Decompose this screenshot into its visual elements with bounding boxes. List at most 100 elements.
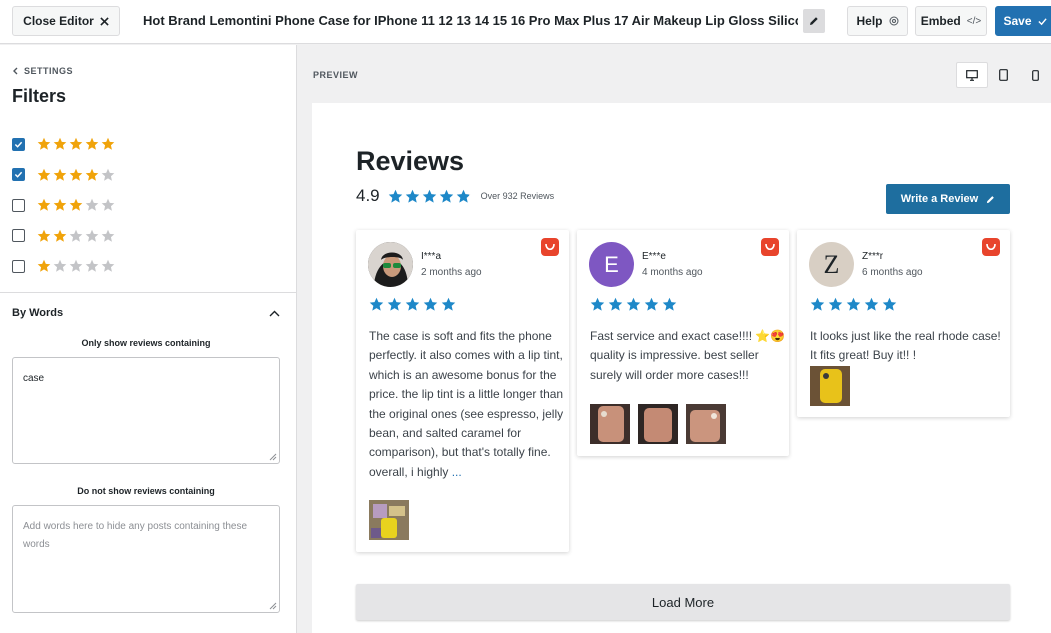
review-photo[interactable] [590, 404, 630, 444]
star-filter-stars [37, 198, 115, 212]
exclude-words-input[interactable]: Add words here to hide any posts contain… [12, 505, 280, 613]
empty-star-icon [101, 229, 115, 242]
filled-star-icon [864, 297, 879, 311]
resize-handle-icon[interactable] [269, 453, 277, 461]
aliexpress-icon [541, 238, 559, 256]
empty-star-icon [101, 198, 115, 211]
review-text: Fast service and exact case!!!! ⭐😍 quali… [590, 329, 786, 382]
check-icon [1037, 17, 1047, 25]
review-photos [810, 366, 850, 406]
review-text: The case is soft and fits the phone perf… [369, 327, 565, 482]
review-photo[interactable] [369, 500, 409, 540]
star-filter-checkbox[interactable] [12, 198, 25, 212]
help-label: Help [856, 14, 883, 28]
star-filter-1[interactable] [12, 259, 115, 273]
help-icon [889, 16, 898, 26]
exclude-words-placeholder: Add words here to hide any posts contain… [23, 521, 248, 550]
filled-star-icon [69, 198, 83, 211]
save-label: Save [1003, 14, 1032, 28]
filled-star-icon [422, 189, 436, 203]
review-date: 2 months ago [421, 267, 482, 278]
filled-star-icon [405, 297, 420, 311]
by-words-section-toggle[interactable]: By Words [12, 307, 280, 319]
include-words-value: case [23, 373, 45, 384]
filled-star-icon [53, 168, 67, 181]
review-author: I***a [421, 251, 442, 262]
average-rating-stars [388, 189, 471, 204]
empty-star-icon [101, 168, 115, 181]
preview-label: PREVIEW [313, 70, 359, 80]
aliexpress-icon [982, 238, 1000, 256]
filled-star-icon [37, 137, 51, 150]
review-photos [590, 404, 726, 444]
review-date: 4 months ago [642, 267, 703, 278]
embed-label: Embed [920, 14, 961, 28]
star-filter-checkbox[interactable] [12, 137, 25, 151]
star-filter-5[interactable] [12, 137, 115, 151]
partial-star-icon [456, 189, 470, 203]
avatar-initial: Z [823, 249, 840, 279]
mobile-icon [1031, 69, 1039, 81]
embed-button[interactable]: Embed </> [915, 6, 987, 36]
star-filter-stars [37, 168, 115, 182]
desktop-icon [965, 69, 978, 81]
close-editor-label: Close Editor [23, 14, 94, 28]
empty-star-icon [85, 198, 99, 211]
review-count: Over 932 Reviews [480, 191, 555, 201]
review-photo[interactable] [686, 404, 726, 444]
average-rating: 4.9 Over 932 Reviews [356, 186, 554, 206]
filled-star-icon [85, 168, 99, 181]
load-more-label: Load More [651, 594, 715, 610]
star-filter-stars [37, 137, 115, 151]
sidebar-title: Filters [12, 86, 67, 106]
device-switcher [956, 62, 1051, 88]
desktop-view-button[interactable] [956, 62, 988, 88]
filled-star-icon [53, 137, 67, 150]
filled-star-icon [590, 297, 605, 311]
read-more-link[interactable]: ... [452, 465, 462, 479]
back-label: SETTINGS [24, 66, 74, 76]
review-card[interactable]: Z Z***r 6 months ago It looks just like … [797, 230, 1010, 417]
review-author: Z***r [862, 251, 884, 262]
star-filter-3[interactable] [12, 198, 115, 212]
save-button[interactable]: Save [995, 6, 1051, 36]
mobile-view-button[interactable] [1019, 62, 1051, 88]
pencil-icon [987, 195, 995, 203]
include-words-label: Only show reviews containing [81, 338, 211, 348]
help-button[interactable]: Help [847, 6, 908, 36]
include-words-input[interactable]: case [12, 357, 280, 464]
filled-star-icon [101, 137, 115, 150]
pencil-icon [810, 17, 818, 25]
code-icon: </> [966, 15, 982, 27]
filled-star-icon [846, 297, 861, 311]
aliexpress-icon [761, 238, 779, 256]
star-filter-checkbox[interactable] [12, 168, 25, 181]
filled-star-icon [37, 229, 51, 242]
write-review-button[interactable]: Write a Review [886, 184, 1010, 214]
review-author: E***e [642, 251, 666, 262]
close-editor-button[interactable]: Close Editor [12, 6, 120, 36]
exclude-words-label: Do not show reviews containing [77, 486, 215, 496]
by-words-label: By Words [12, 307, 64, 319]
filled-star-icon [37, 259, 51, 272]
review-stars [369, 297, 456, 312]
review-photo[interactable] [810, 366, 850, 406]
filled-star-icon [441, 297, 456, 311]
review-photo[interactable] [638, 404, 678, 444]
empty-star-icon [101, 259, 115, 272]
filled-star-icon [810, 297, 825, 311]
chevron-up-icon [269, 310, 280, 316]
star-filter-4[interactable] [12, 168, 115, 182]
review-card[interactable]: I***a 2 months ago The case is soft and … [356, 230, 569, 552]
product-title: Hot Brand Lemontini Phone Case for IPhon… [143, 13, 798, 28]
star-filter-checkbox[interactable] [12, 259, 25, 273]
filled-star-icon [37, 168, 51, 181]
resize-handle-icon[interactable] [269, 602, 277, 610]
star-filter-2[interactable] [12, 229, 115, 243]
review-card[interactable]: E E***e 4 months ago Fast service and ex… [577, 230, 789, 456]
star-filter-checkbox[interactable] [12, 229, 25, 242]
back-to-settings-link[interactable]: SETTINGS [12, 66, 73, 76]
edit-title-button[interactable] [803, 9, 825, 33]
load-more-button[interactable]: Load More [356, 584, 1010, 620]
tablet-view-button[interactable] [988, 62, 1020, 88]
